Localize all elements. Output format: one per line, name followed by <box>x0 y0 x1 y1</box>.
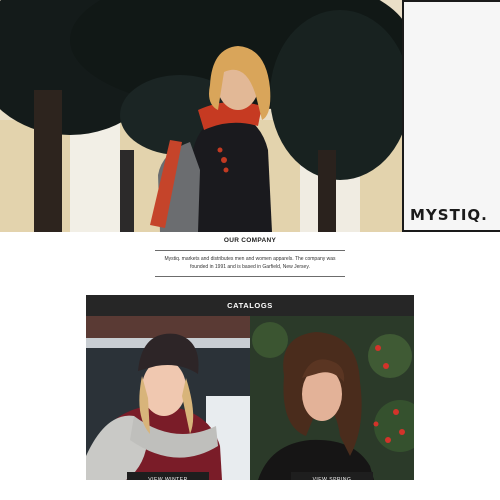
catalogs-title: CATALOGS <box>86 295 414 316</box>
company-title: OUR COMPANY <box>223 237 277 244</box>
winter-catalog-image <box>86 316 250 480</box>
divider-bottom <box>155 276 345 277</box>
company-section: OUR COMPANY Mystiq. markets and distribu… <box>155 234 345 277</box>
catalog-card-winter[interactable]: VIEW WINTER <box>86 316 250 480</box>
hero-image <box>0 0 402 232</box>
hero-section: MYSTIQ. <box>0 0 500 232</box>
catalogs-section: CATALOGS VIEW WINTER VIEW SPRING <box>86 295 414 487</box>
spring-catalog-image <box>250 316 414 480</box>
catalog-card-spring[interactable]: VIEW SPRING <box>250 316 414 480</box>
hero-brand-panel: MYSTIQ. <box>402 0 500 232</box>
view-winter-button[interactable]: VIEW WINTER <box>127 472 209 480</box>
brand-logo: MYSTIQ. <box>410 206 488 224</box>
view-spring-button[interactable]: VIEW SPRING <box>291 472 373 480</box>
catalog-grid: VIEW WINTER VIEW SPRING <box>86 316 414 487</box>
company-description: Mystiq. markets and distributes men and … <box>164 256 336 270</box>
